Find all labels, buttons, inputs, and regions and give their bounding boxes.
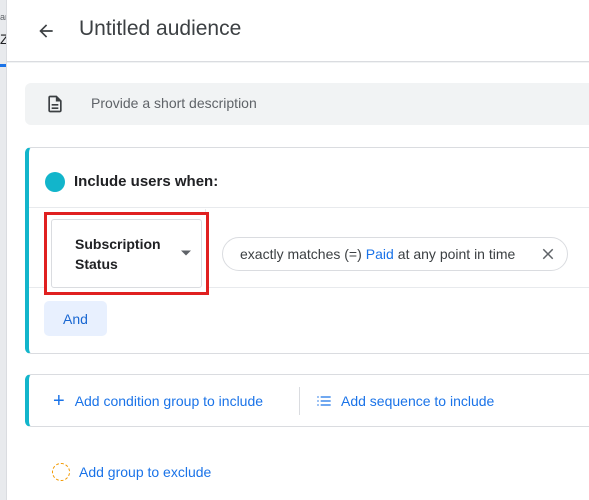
document-icon <box>45 94 65 119</box>
description-placeholder: Provide a short description <box>91 95 257 111</box>
include-group-card: Include users when: Subscription Status … <box>25 147 589 354</box>
left-panel-strip: ar Z <box>0 0 7 500</box>
caret-down-icon <box>181 250 191 256</box>
condition-value: Paid <box>365 246 394 262</box>
plus-icon: + <box>53 390 65 412</box>
dimension-dropdown[interactable]: Subscription Status <box>51 219 202 288</box>
include-group-header: Include users when: <box>29 148 589 208</box>
add-include-card: + Add condition group to include Add seq… <box>25 374 589 427</box>
arrow-back-icon <box>39 24 53 38</box>
add-sequence-label: Add sequence to include <box>341 393 495 409</box>
condition-scope: at any point in time <box>397 246 516 262</box>
include-indicator-dot <box>45 172 65 192</box>
left-strip-text-mid: Z <box>0 32 6 46</box>
exclude-dashed-circle-icon <box>52 463 70 481</box>
left-strip-text-top: ar <box>0 12 6 22</box>
condition-operator: exactly matches (=) <box>240 246 362 262</box>
add-condition-group-button[interactable]: + Add condition group to include <box>53 390 263 412</box>
page-title[interactable]: Untitled audience <box>79 17 241 41</box>
dimension-highlight: Subscription Status <box>44 212 209 295</box>
add-sequence-button[interactable]: Add sequence to include <box>316 390 494 412</box>
list-sequence-icon <box>317 396 331 406</box>
back-button[interactable] <box>31 16 61 46</box>
page-header: Untitled audience <box>7 0 589 62</box>
include-group-label: Include users when: <box>74 173 219 190</box>
audience-builder: Provide a short description Include user… <box>7 63 589 500</box>
and-button[interactable]: And <box>44 301 107 336</box>
add-condition-group-label: Add condition group to include <box>74 393 264 409</box>
left-strip-accent-bar <box>0 64 6 67</box>
condition-chip[interactable]: exactly matches (=) Paid at any point in… <box>222 237 568 271</box>
description-field[interactable]: Provide a short description <box>25 83 589 125</box>
add-exclude-label: Add group to exclude <box>79 464 212 480</box>
close-icon[interactable] <box>539 245 557 263</box>
add-exclude-group-button[interactable]: Add group to exclude <box>52 463 211 481</box>
condition-row: Subscription Status exactly matches (=) … <box>29 209 589 295</box>
dimension-label: Subscription Status <box>75 236 161 272</box>
divider <box>299 387 300 415</box>
